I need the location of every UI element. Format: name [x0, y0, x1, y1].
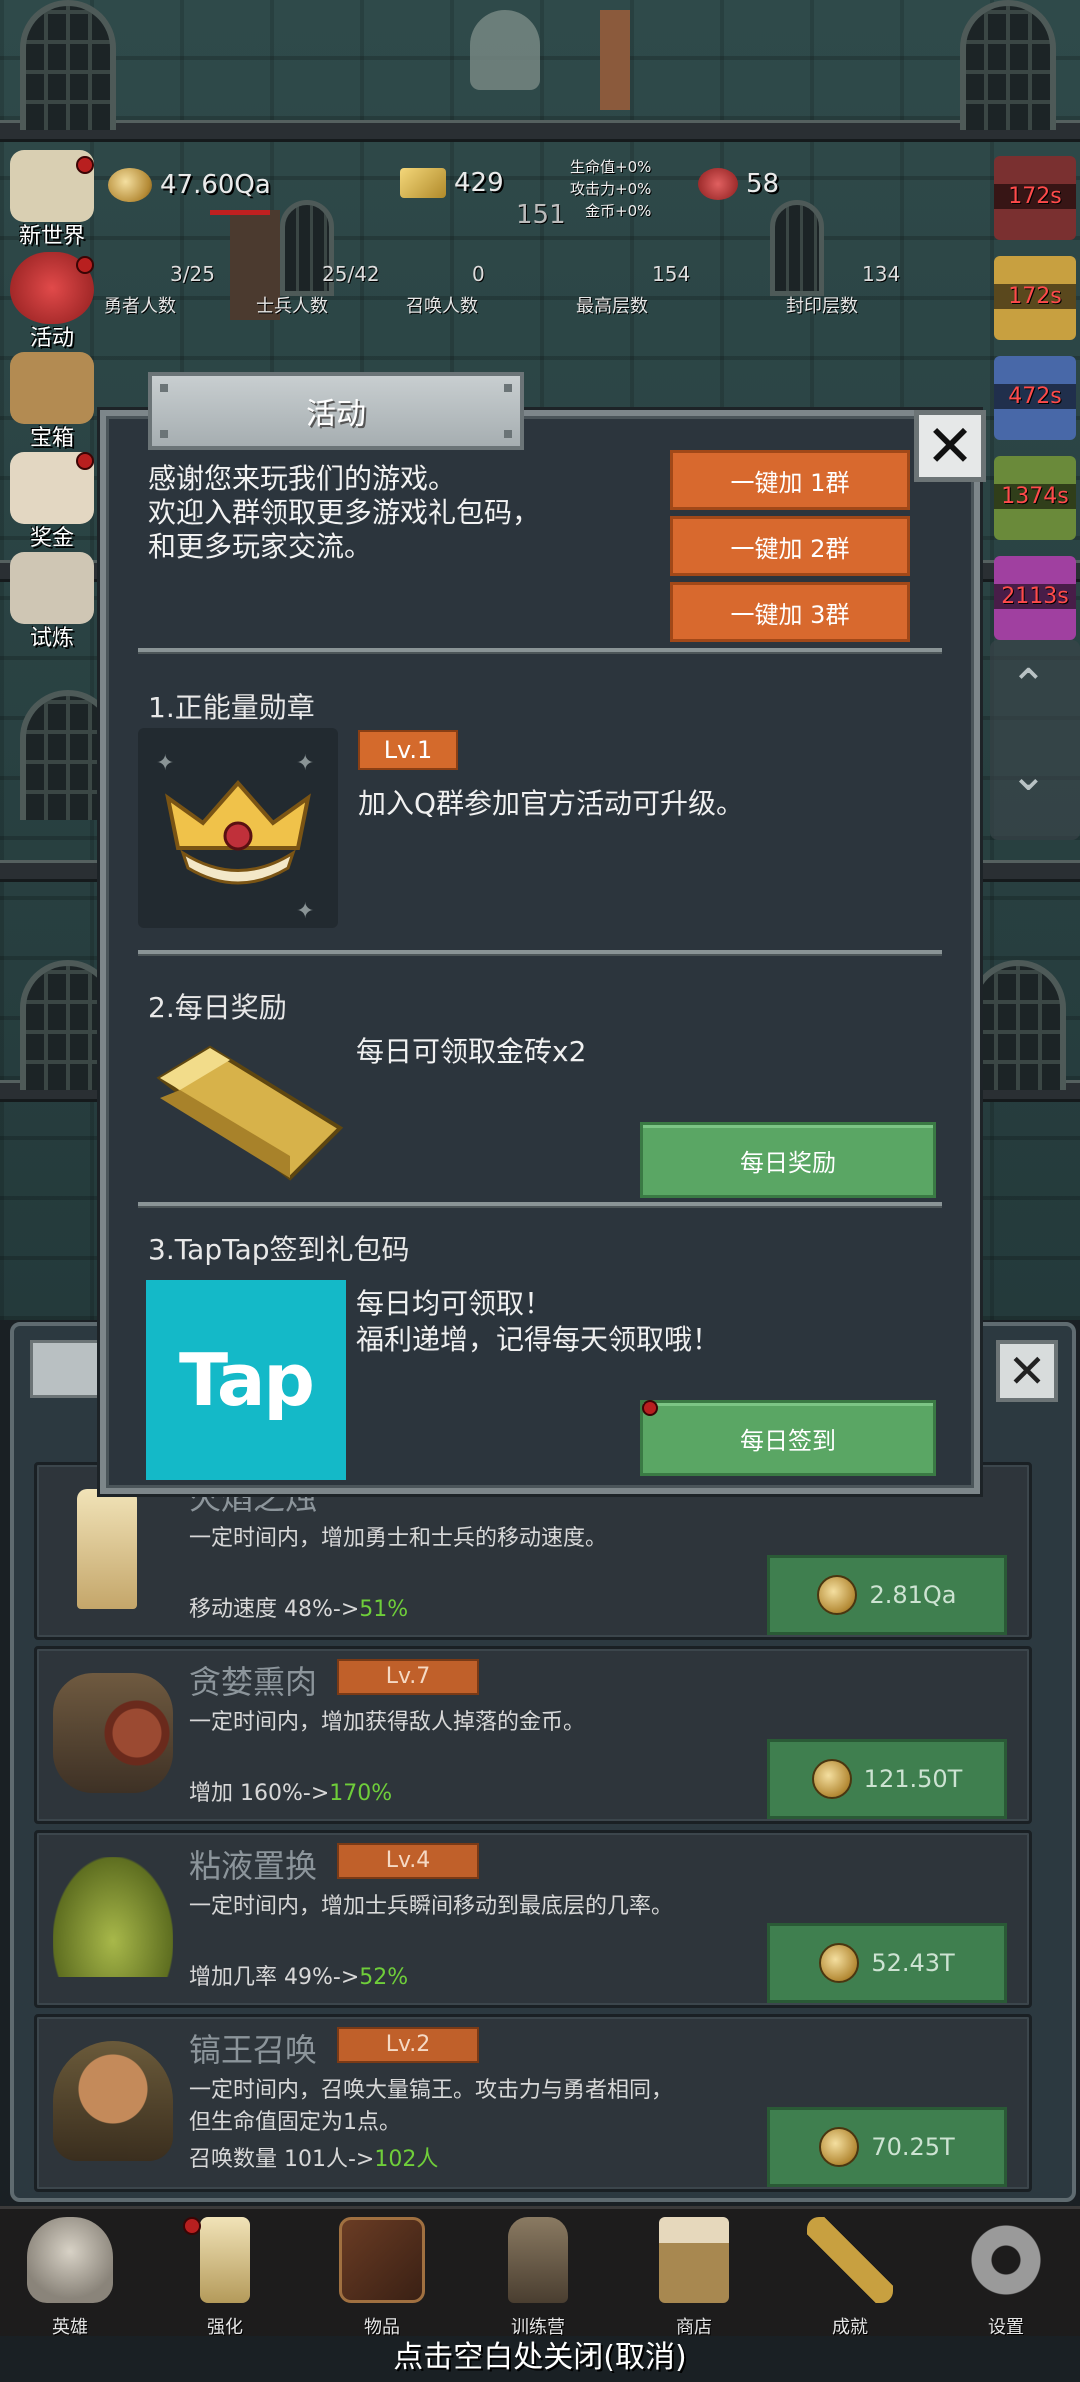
daily-reward-description: 每日可领取金砖x2 [356, 1035, 587, 1068]
skill-card: 贪婪熏肉 Lv.7 一定时间内，增加获得敌人掉落的金币。 增加 160%->17… [34, 1646, 1032, 1824]
upgrade-button[interactable]: 52.43T [767, 1923, 1007, 2003]
dungeon-door [960, 0, 1056, 130]
book-icon [339, 2217, 425, 2303]
skills-close-button[interactable]: ✕ [996, 1340, 1058, 1402]
svg-text:✦: ✦ [296, 751, 314, 776]
bottom-nav: 英雄 强化 物品 训练营 商店 成就 设置 [0, 2206, 1080, 2338]
modal-close-button[interactable]: ✕ [914, 410, 986, 482]
mug-icon [659, 2217, 729, 2303]
candle-icon [77, 1489, 137, 1609]
section-divider [138, 648, 942, 654]
miner-king-icon [53, 2041, 173, 2161]
buff-timer[interactable]: 2113s [994, 556, 1076, 640]
buff-timer[interactable]: 172s [994, 156, 1076, 240]
medal-level-badge: Lv.1 [358, 730, 458, 770]
upgrade-button[interactable]: 2.81Qa [767, 1555, 1007, 1635]
tap-to-close-hint[interactable]: 点击空白处关闭(取消) [0, 2332, 1080, 2376]
slime-icon [53, 1857, 173, 1977]
side-trial-button[interactable]: 试炼 [4, 552, 100, 651]
lantern-icon [508, 2217, 568, 2303]
buff-list: 生命值+0% 攻击力+0% 金币+0% [570, 158, 652, 220]
upgrade-button[interactable]: 121.50T [767, 1739, 1007, 1819]
join-group-2-button[interactable]: 一键加 2群 [670, 516, 910, 576]
medal-icon-box: ✦ ✦ ✦ [138, 728, 338, 928]
gold-brick-icon [156, 1045, 344, 1181]
hero-sprite [600, 10, 630, 110]
gold-coin-icon [819, 2127, 860, 2167]
chevron-down-icon[interactable]: ⌄ [1010, 750, 1047, 801]
dungeon-door [20, 0, 116, 130]
medal-description: 加入Q群参加官方活动可升级。 [358, 787, 745, 820]
nav-hero[interactable]: 英雄 [10, 2217, 130, 2338]
gold-coin-icon [811, 1759, 852, 1799]
gold-coin-icon [817, 1575, 858, 1615]
nav-shop[interactable]: 商店 [634, 2217, 754, 2338]
section-divider [138, 950, 942, 956]
nav-settings[interactable]: 设置 [946, 2217, 1066, 2338]
side-activity-button[interactable]: 活动 [4, 252, 100, 351]
buff-timer[interactable]: 172s [994, 256, 1076, 340]
modal-intro: 感谢您来玩我们的游戏。 欢迎入群领取更多游戏礼包码， 和更多玩家交流。 [148, 462, 541, 563]
scroll-arrows: ⌃ ⌄ [990, 640, 1080, 840]
modal-title: 活动 [148, 372, 524, 450]
notification-dot [183, 2217, 201, 2235]
crown-medal-icon: ✦ ✦ ✦ [156, 751, 314, 924]
nav-enhance[interactable]: 强化 [165, 2217, 285, 2338]
skill-card: 粘液置换 Lv.4 一定时间内，增加士兵瞬间移动到最底层的几率。 增加几率 49… [34, 1830, 1032, 2008]
dungeon-floor [0, 120, 1080, 142]
side-new-world-button[interactable]: 新世界 [4, 150, 100, 249]
skill-card: 镐王召唤 Lv.2 一定时间内，召唤大量镐王。攻击力与勇者相同， 但生命值固定为1… [34, 2014, 1032, 2192]
nav-items[interactable]: 物品 [322, 2217, 442, 2338]
section-divider [138, 1202, 942, 1208]
meat-gem-icon [698, 168, 738, 200]
gear-icon [963, 2217, 1049, 2303]
notification-dot [642, 1400, 658, 1416]
treasure-chest-icon [10, 352, 94, 424]
gold-coin-icon [819, 1943, 860, 1983]
section-taptap-title: 3.TapTap签到礼包码 [148, 1233, 410, 1266]
notification-dot [76, 156, 94, 174]
dungeon-door [970, 960, 1066, 1090]
section-medal-title: 1.正能量勋章 [148, 691, 315, 724]
gold-counter: 47.60Qa [108, 168, 271, 202]
gold-brick-icon [400, 168, 446, 198]
ghost-enemy-sprite [470, 10, 540, 90]
side-bonus-button[interactable]: 奖金 [4, 452, 100, 551]
daily-reward-button[interactable]: 每日奖励 [640, 1122, 936, 1198]
gold-progress-bar [210, 210, 270, 215]
taptap-checkin-button[interactable]: 每日签到 [640, 1400, 936, 1476]
side-chest-button[interactable]: 宝箱 [4, 352, 100, 451]
notification-dot [76, 256, 94, 274]
gold-brick-counter: 429 [400, 168, 504, 198]
taptap-description: 每日均可领取！ 福利递增，记得每天领取哦！ [356, 1287, 721, 1356]
join-group-3-button[interactable]: 一键加 3群 [670, 582, 910, 642]
skull-icon [27, 2217, 113, 2303]
close-icon: ✕ [1007, 1344, 1047, 1398]
floor-number: 151 [516, 200, 566, 230]
candle-icon [200, 2217, 250, 2303]
section-daily-title: 2.每日奖励 [148, 991, 287, 1024]
taptap-logo: Tap [146, 1280, 346, 1480]
buff-timer[interactable]: 472s [994, 356, 1076, 440]
buff-timer[interactable]: 1374s [994, 456, 1076, 540]
gold-coin-icon [108, 168, 152, 202]
dungeon-window [770, 200, 824, 296]
chevron-up-icon[interactable]: ⌃ [1010, 660, 1047, 711]
upgrade-button[interactable]: 70.25T [767, 2107, 1007, 2187]
svg-text:✦: ✦ [156, 751, 174, 776]
join-group-1-button[interactable]: 一键加 1群 [670, 450, 910, 510]
nav-training[interactable]: 训练营 [478, 2217, 598, 2338]
gem-counter: 58 [698, 168, 779, 200]
close-icon: ✕ [925, 412, 975, 480]
key-icon [807, 2217, 893, 2303]
notification-dot [76, 452, 94, 470]
bacon-roll-icon [53, 1673, 173, 1793]
feather-quill-icon [10, 552, 94, 624]
svg-text:✦: ✦ [296, 899, 314, 924]
nav-achievement[interactable]: 成就 [790, 2217, 910, 2338]
